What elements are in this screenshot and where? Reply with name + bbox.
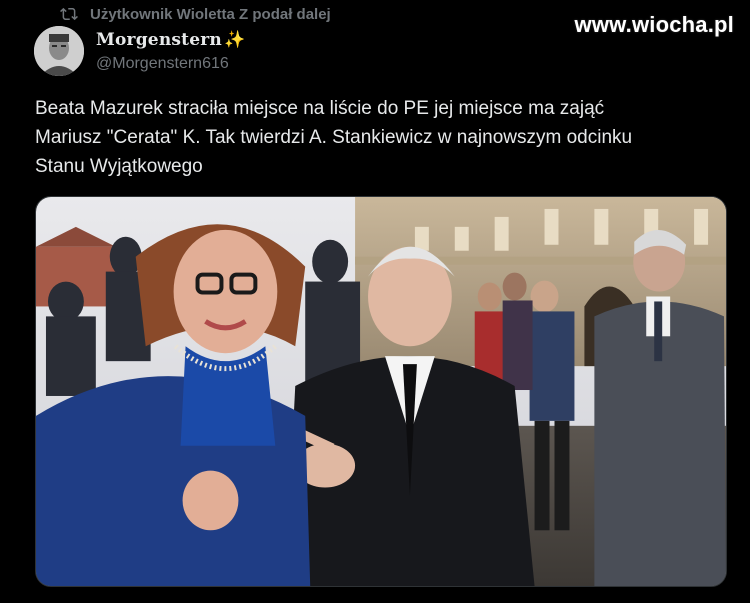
avatar[interactable] <box>34 26 84 76</box>
author-display-name[interactable]: Morgenstern ✨ <box>96 30 245 50</box>
sparkle-icon: ✨ <box>223 30 246 50</box>
watermark-text: www.wiocha.pl <box>574 12 734 37</box>
tweet-text: Beata Mazurek straciła miejsce na liście… <box>35 98 633 177</box>
retweet-label: Użytkownik Wioletta Z podał dalej <box>90 5 331 23</box>
tweet-card: Użytkownik Wioletta Z podał dalej www.wi… <box>0 0 750 603</box>
retweet-icon <box>60 5 78 23</box>
tweet-photo[interactable] <box>35 196 727 587</box>
author-handle[interactable]: @Morgenstern616 <box>96 55 229 73</box>
retweet-indicator[interactable]: Użytkownik Wioletta Z podał dalej <box>60 4 331 24</box>
author-name-text: Morgenstern <box>96 30 222 50</box>
